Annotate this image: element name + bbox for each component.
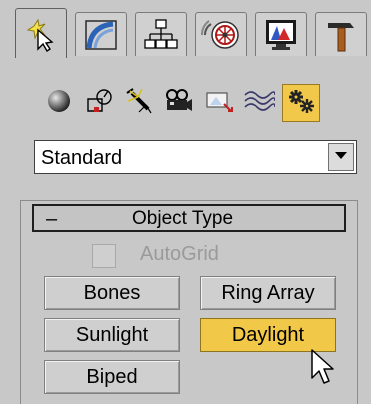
category-toolbar: [40, 84, 371, 124]
mouse-cursor-icon: [310, 348, 334, 388]
shapes-icon: [84, 87, 114, 120]
rollout-title: Object Type: [132, 208, 234, 229]
autogrid-label: AutoGrid: [140, 243, 219, 265]
create-tab[interactable]: [15, 8, 67, 58]
daylight-button[interactable]: Daylight: [200, 318, 336, 352]
display-tab[interactable]: [255, 12, 307, 56]
cameras-icon: [164, 87, 194, 120]
create-tab-icon: [24, 16, 58, 52]
chevron-down-icon: [334, 148, 348, 166]
dropdown-arrow-button[interactable]: [328, 143, 354, 171]
collapse-toggle[interactable]: –: [46, 208, 57, 231]
motion-tab[interactable]: [195, 12, 247, 56]
rollout-header[interactable]: – Object Type: [32, 204, 346, 232]
helpers-button[interactable]: [200, 84, 238, 122]
autogrid-checkbox[interactable]: [92, 244, 116, 268]
systems-icon: [286, 87, 316, 120]
utilities-tab-icon: [323, 17, 359, 53]
geometry-icon: [46, 88, 72, 119]
hierarchy-tab[interactable]: [135, 12, 187, 56]
display-tab-icon: [263, 18, 299, 52]
space-warps-icon: [243, 88, 276, 119]
geometry-button[interactable]: [40, 84, 78, 122]
biped-button[interactable]: Biped: [44, 360, 180, 394]
space-warps-button[interactable]: [240, 84, 278, 122]
modify-tab-icon: [83, 18, 119, 52]
ring-array-button[interactable]: Ring Array: [200, 276, 336, 310]
dropdown-value: Standard: [41, 147, 123, 169]
command-panel-tabs: [15, 6, 371, 58]
modify-tab[interactable]: [75, 12, 127, 56]
shapes-button[interactable]: [80, 84, 118, 122]
command-panel: Standard – Object Type AutoGrid Bones Ri…: [0, 0, 371, 404]
cameras-button[interactable]: [160, 84, 198, 122]
utilities-tab[interactable]: [315, 12, 367, 56]
hierarchy-tab-icon: [143, 18, 179, 52]
lights-icon: [124, 87, 154, 120]
sunlight-button[interactable]: Sunlight: [44, 318, 180, 352]
bones-button[interactable]: Bones: [44, 276, 180, 310]
category-dropdown[interactable]: Standard: [34, 140, 357, 174]
motion-tab-icon: [201, 18, 241, 52]
helpers-icon: [204, 87, 234, 120]
systems-button[interactable]: [282, 84, 320, 122]
lights-button[interactable]: [120, 84, 158, 122]
